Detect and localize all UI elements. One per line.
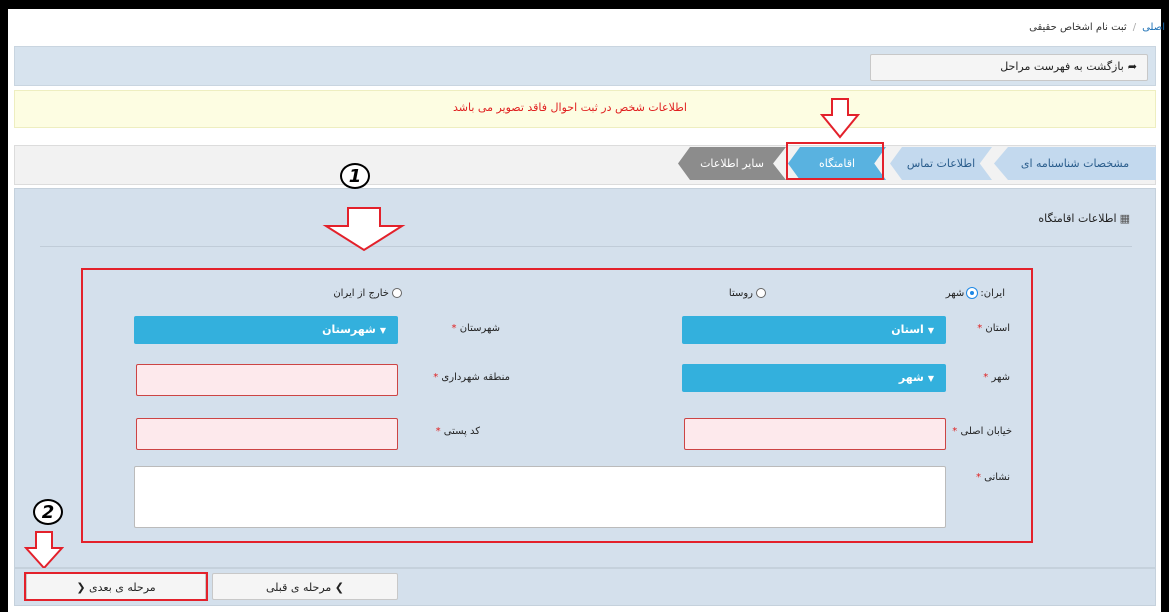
prev-step-button[interactable]: ❯ مرحله ی قبلی — [212, 573, 398, 600]
city-select-value: شهر — [898, 371, 924, 384]
postal-code-label: کد پستی * — [400, 426, 480, 437]
province-select-value: استان — [891, 323, 924, 336]
step-contact-info[interactable]: اطلاعات تماس — [890, 147, 992, 180]
address-label: نشانی * — [950, 472, 1010, 483]
required-mark: * — [983, 372, 989, 383]
county-label-text: شهرستان — [459, 323, 500, 334]
radio-city-group: ایران: شهر — [880, 288, 1005, 299]
city-label: شهر * — [950, 372, 1010, 383]
frame-top — [0, 0, 1169, 9]
next-button-highlight — [24, 572, 208, 601]
street-input[interactable] — [684, 418, 946, 450]
address-label-text: نشانی — [984, 472, 1010, 483]
required-mark: * — [435, 426, 441, 437]
back-to-steps-button[interactable]: ➦بازگشت به فهرست مراحل — [870, 54, 1148, 81]
city-select[interactable]: ▼شهر — [682, 364, 946, 392]
address-textarea[interactable] — [134, 466, 946, 528]
radio-city-label: شهر — [945, 288, 965, 299]
section-divider — [40, 246, 1132, 247]
required-mark: * — [952, 426, 958, 437]
iran-label: ایران: — [980, 288, 1005, 299]
county-select-value: شهرستان — [322, 323, 376, 336]
back-button-label: بازگشت به فهرست مراحل — [1000, 60, 1124, 73]
arrow-down-icon — [322, 207, 406, 252]
section-title: ▦اطلاعات اقامتگاه — [1000, 212, 1130, 225]
active-step-highlight — [786, 142, 884, 180]
frame-right — [1161, 0, 1169, 612]
radio-village[interactable] — [756, 288, 766, 298]
postal-code-input[interactable] — [136, 418, 398, 450]
county-select[interactable]: ▼شهرستان — [134, 316, 398, 344]
province-label: استان * — [950, 323, 1010, 334]
annotation-number-1: 1 — [340, 163, 370, 189]
street-label-text: خیابان اصلی — [960, 426, 1012, 437]
step-birth-certificate[interactable]: مشخصات شناسنامه ای — [994, 147, 1156, 180]
chevron-down-icon: ▼ — [379, 326, 386, 335]
grid-icon: ▦ — [1119, 212, 1130, 225]
postal-code-label-text: کد پستی — [443, 426, 480, 437]
radio-abroad-group: خارج از ایران — [312, 288, 402, 299]
alert-text: اطلاعات شخص در ثبت احوال فاقد تصویر می ب… — [453, 101, 687, 114]
chevron-down-icon: ▼ — [927, 374, 934, 383]
chevron-down-icon: ▼ — [927, 326, 934, 335]
prev-step-label: مرحله ی قبلی — [265, 581, 332, 594]
arrow-down-icon — [24, 531, 64, 570]
arrow-return-icon: ➦ — [1127, 60, 1137, 73]
step-other-info[interactable]: سایر اطلاعات — [678, 147, 786, 180]
radio-abroad-label: خارج از ایران — [333, 288, 389, 299]
required-mark: * — [975, 472, 981, 483]
arrow-down-icon — [819, 98, 861, 139]
county-label: شهرستان * — [400, 323, 500, 334]
annotation-number-2: 2 — [33, 499, 63, 525]
breadcrumb-home[interactable]: اصلی — [1142, 22, 1165, 33]
breadcrumb-separator: / — [1132, 22, 1137, 33]
district-label: منطقه شهرداری * — [400, 372, 510, 383]
district-input[interactable] — [136, 364, 398, 396]
required-mark: * — [977, 323, 983, 334]
city-label-text: شهر — [991, 372, 1010, 383]
frame-left — [0, 0, 8, 612]
breadcrumb-current: ثبت نام اشخاص حقیقی — [1029, 22, 1127, 33]
radio-village-label: روستا — [728, 288, 753, 299]
province-select[interactable]: ▼استان — [682, 316, 946, 344]
required-mark: * — [451, 323, 457, 334]
chevron-right-icon: ❯ — [334, 581, 344, 594]
breadcrumb: اصلی / ثبت نام اشخاص حقیقی — [990, 22, 1165, 33]
radio-city[interactable] — [967, 288, 978, 298]
radio-abroad[interactable] — [392, 288, 402, 298]
radio-village-group: روستا — [700, 288, 766, 299]
section-title-text: اطلاعات اقامتگاه — [1038, 212, 1117, 225]
required-mark: * — [433, 372, 439, 383]
street-label: خیابان اصلی * — [950, 426, 1012, 437]
district-label-text: منطقه شهرداری — [441, 372, 510, 383]
province-label-text: استان — [985, 323, 1010, 334]
